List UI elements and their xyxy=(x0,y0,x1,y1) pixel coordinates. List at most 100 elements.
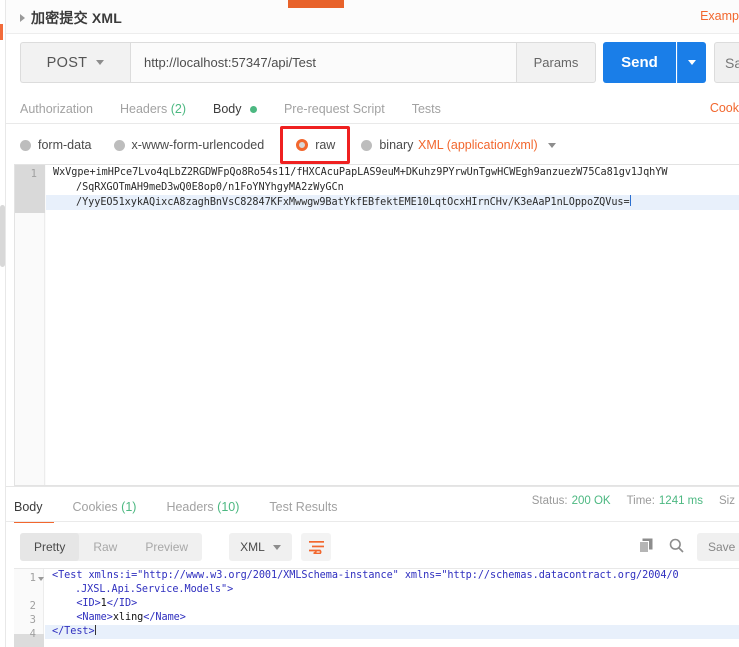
tab-authorization-label: Authorization xyxy=(20,101,93,116)
content-type-select[interactable]: XML (application/xml) xyxy=(418,131,556,159)
search-button[interactable] xyxy=(669,538,684,558)
chevron-down-icon[interactable] xyxy=(272,544,281,550)
request-body-code[interactable]: WxVgpe+imHPce7Lvo4qLbZ2RGDWFpQo8Ro54s11/… xyxy=(46,165,739,485)
request-body-line-1-wrap-b-text: /YyyEO51xykAQixcA8zaghBnVsC82847KFxMwwgw… xyxy=(76,197,630,208)
request-body-line-1-wrap-b: /YyyEO51xykAQixcA8zaghBnVsC82847KFxMwwgw… xyxy=(46,195,739,210)
left-scrollbar-thumb[interactable] xyxy=(0,205,5,267)
content-type-label: XML (application/xml) xyxy=(418,138,538,152)
tab-headers[interactable]: Headers (2) xyxy=(120,102,200,116)
response-line-1-tag: <Test xyxy=(52,570,89,581)
response-tab-test-results[interactable]: Test Results xyxy=(269,500,337,514)
response-tabs: Body Cookies (1) Headers (10) Test Resul… xyxy=(14,492,368,521)
caret-right-icon[interactable] xyxy=(20,14,25,22)
save-response-button[interactable]: Save R xyxy=(697,533,739,561)
response-tab-body[interactable]: Body xyxy=(14,500,43,514)
status-value: 200 OK xyxy=(571,495,611,507)
segment-raw[interactable]: Raw xyxy=(79,533,131,561)
word-wrap-icon xyxy=(308,540,324,554)
url-bar: POST http://localhost:57347/api/Test Par… xyxy=(20,42,596,83)
response-code[interactable]: <Test xmlns:i="http://www.w3.org/2001/XM… xyxy=(45,569,739,647)
copy-button[interactable] xyxy=(639,538,654,558)
tab-authorization[interactable]: Authorization xyxy=(20,102,107,116)
response-line-1-attrs: xmlns:i="http://www.w3.org/2001/XMLSchem… xyxy=(88,570,679,581)
tab-body-label: Body xyxy=(212,101,242,116)
request-body-line-1-wrap-a: /SqRXGOTmAH9meD3wQ0E8op0/n1FoYNYhgyMA2zW… xyxy=(76,182,344,193)
examples-link[interactable]: Examp xyxy=(700,9,739,23)
segment-pretty[interactable]: Pretty xyxy=(20,533,80,561)
tab-pre-request-script[interactable]: Pre-request Script xyxy=(284,102,399,116)
response-tab-cookies[interactable]: Cookies (1) xyxy=(73,500,137,514)
response-line-number-1: 1 xyxy=(29,572,36,584)
response-line-2-close: </ID> xyxy=(106,598,138,609)
chevron-down-icon[interactable] xyxy=(547,142,556,148)
request-body-line-1: WxVgpe+imHPce7Lvo4qLbZ2RGDWFpQo8Ro54s11/… xyxy=(53,167,668,178)
editor-line-number: 1 xyxy=(30,168,37,180)
url-input[interactable]: http://localhost:57347/api/Test xyxy=(130,42,516,83)
request-title-wrap[interactable]: 加密提交 XML xyxy=(20,8,122,28)
response-view-segmented-control: Pretty Raw Preview xyxy=(20,533,203,561)
params-label: Params xyxy=(533,55,579,70)
radio-raw[interactable]: raw xyxy=(296,138,335,152)
segment-raw-label: Raw xyxy=(93,540,118,554)
response-body-viewer[interactable]: 1 2 3 4 <Test xmlns:i="http://www.w3.org… xyxy=(14,568,739,647)
postman-window: 加密提交 XML Examp POST http://localhost:573… xyxy=(0,0,739,647)
tab-headers-count: (2) xyxy=(170,101,186,116)
cookies-link[interactable]: Cook xyxy=(710,101,739,115)
tab-body[interactable]: Body xyxy=(213,102,271,116)
request-title-bar: 加密提交 XML Examp xyxy=(6,0,739,34)
response-body-line-3: <Name>xling</Name> xyxy=(45,611,739,625)
search-icon xyxy=(669,538,684,553)
http-method-select[interactable]: POST xyxy=(20,42,130,83)
response-line-4-close: </Test> xyxy=(52,626,95,637)
response-tab-headers-label: Headers xyxy=(166,499,214,514)
request-body-editor[interactable]: 1 WxVgpe+imHPce7Lvo4qLbZ2RGDWFpQo8Ro54s1… xyxy=(14,164,739,486)
response-gutter: 1 2 3 4 xyxy=(14,569,44,647)
segment-preview[interactable]: Preview xyxy=(131,533,202,561)
save-button[interactable]: Sa xyxy=(714,42,739,83)
radio-icon[interactable] xyxy=(113,139,125,151)
response-line-3-value: xling xyxy=(112,612,144,623)
response-toolbar: Pretty Raw Preview XML Save xyxy=(14,530,739,566)
tab-headers-label: Headers xyxy=(119,101,168,116)
segment-pretty-label: Pretty xyxy=(34,540,66,554)
response-body-line-1-continued: .JXSL.Api.Service.Models"> xyxy=(45,583,739,597)
response-tab-body-label: Body xyxy=(14,499,43,514)
response-line-number-2: 2 xyxy=(29,600,36,612)
tab-pre-request-script-label: Pre-request Script xyxy=(283,101,385,116)
response-body-line-4: </Test> xyxy=(45,625,739,639)
left-rail xyxy=(0,0,6,647)
response-line-3-close: </Name> xyxy=(143,612,186,623)
radio-icon[interactable] xyxy=(20,139,31,151)
params-button[interactable]: Params xyxy=(516,42,596,83)
text-cursor xyxy=(94,625,96,635)
radio-urlencoded-label: x-www-form-urlencoded xyxy=(131,138,265,152)
request-tabs: Authorization Headers (2) Body Pre-reque… xyxy=(20,94,739,123)
body-type-radio-group: form-data x-www-form-urlencoded raw bina… xyxy=(20,131,435,159)
radio-binary[interactable]: binary xyxy=(361,138,413,152)
radio-x-www-form-urlencoded[interactable]: x-www-form-urlencoded xyxy=(113,138,265,152)
response-body-line-1: <Test xmlns:i="http://www.w3.org/2001/XM… xyxy=(45,569,739,583)
tab-tests[interactable]: Tests xyxy=(412,102,455,116)
response-body-line-2: <ID>1</ID> xyxy=(45,597,739,611)
response-tab-test-results-label: Test Results xyxy=(269,499,338,514)
segment-preview-label: Preview xyxy=(145,540,189,554)
response-format-select[interactable]: XML xyxy=(229,533,292,561)
response-line-3-open: <Name> xyxy=(52,612,113,623)
response-line-2-open: <ID> xyxy=(52,598,101,609)
send-button[interactable]: Send xyxy=(603,42,676,83)
fold-caret-down-icon[interactable] xyxy=(38,577,44,581)
send-options-button[interactable] xyxy=(677,42,706,83)
response-divider xyxy=(6,486,739,487)
radio-form-data[interactable]: form-data xyxy=(20,138,92,152)
word-wrap-button[interactable] xyxy=(301,533,331,561)
radio-selected-icon[interactable] xyxy=(296,139,309,151)
copy-icon xyxy=(639,538,653,553)
response-tab-headers[interactable]: Headers (10) xyxy=(166,500,239,514)
response-meta: Status: 200 OK Time: 1241 ms Siz xyxy=(532,495,739,507)
radio-icon[interactable] xyxy=(361,139,373,151)
chevron-down-icon[interactable] xyxy=(688,60,696,65)
chevron-down-icon[interactable] xyxy=(96,60,105,65)
save-response-label: Save R xyxy=(708,540,739,554)
body-modified-dot-icon xyxy=(249,105,257,113)
url-input-value: http://localhost:57347/api/Test xyxy=(144,55,317,70)
